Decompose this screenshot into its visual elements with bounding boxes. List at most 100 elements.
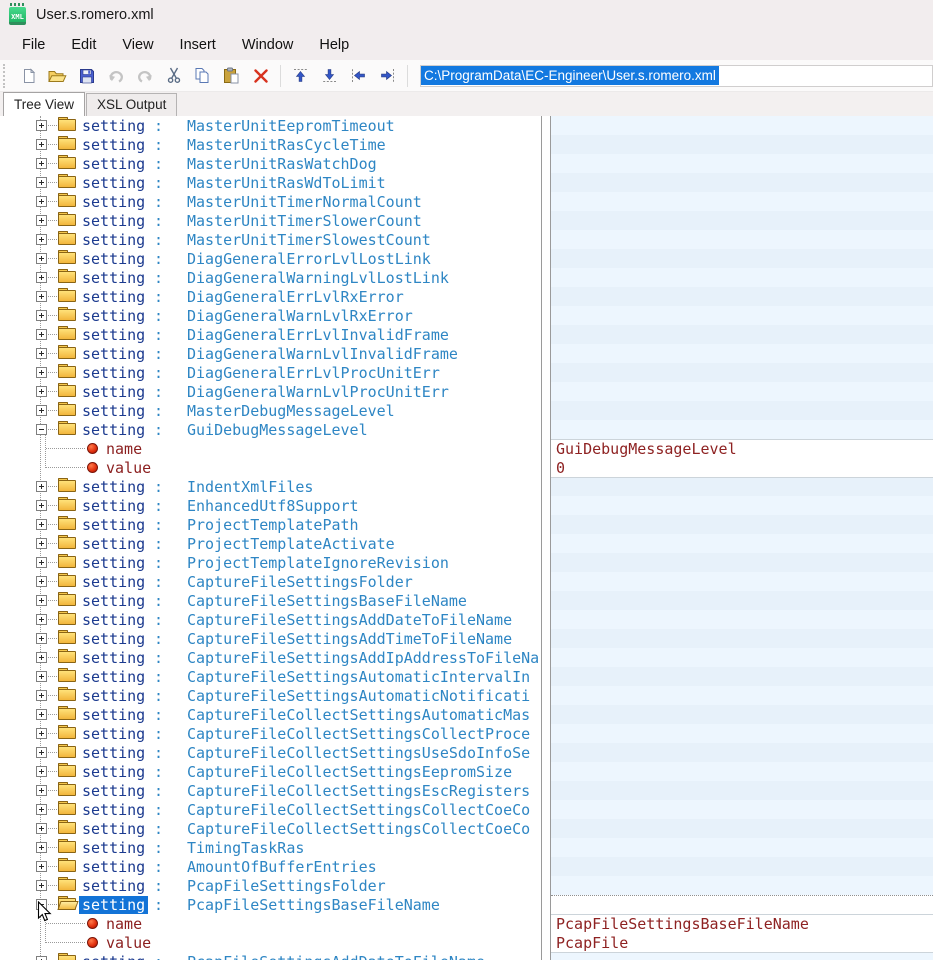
paste-button[interactable] [219, 63, 245, 89]
tree-row-setting[interactable]: setting:MasterUnitTimerNormalCount [0, 192, 541, 211]
tree-row-setting[interactable]: setting:GuiDebugMessageLevel [0, 420, 541, 439]
menu-insert[interactable]: Insert [167, 33, 229, 57]
expand-toggle[interactable] [36, 196, 47, 207]
element-tag-label[interactable]: setting [82, 421, 145, 439]
element-tag-label[interactable]: setting [82, 174, 145, 192]
element-tag-label[interactable]: setting [82, 250, 145, 268]
element-tag-label[interactable]: setting [82, 782, 145, 800]
element-tag-label[interactable]: setting [79, 896, 148, 914]
tree-row-setting[interactable]: setting:AmountOfBufferEntries [0, 857, 541, 876]
expand-toggle[interactable] [36, 861, 47, 872]
expand-toggle[interactable] [36, 671, 47, 682]
tree-row-attribute[interactable]: value [0, 933, 541, 952]
detail-value-text[interactable]: GuiDebugMessageLevel [551, 440, 933, 459]
expand-toggle[interactable] [36, 823, 47, 834]
element-tag-label[interactable]: setting [82, 269, 145, 287]
tree-row-setting[interactable]: setting:DiagGeneralErrorLvlLostLink [0, 249, 541, 268]
expand-toggle[interactable] [36, 614, 47, 625]
detail-value-text[interactable]: PcapFile [551, 934, 933, 953]
tree-row-setting[interactable]: setting:CaptureFileCollectSettingsCollec… [0, 724, 541, 743]
tree-row-attribute[interactable]: name [0, 439, 541, 458]
element-tag-label[interactable]: setting [82, 763, 145, 781]
tree-row-setting[interactable]: setting:MasterUnitTimerSlowestCount [0, 230, 541, 249]
tree-row-setting[interactable]: setting:CaptureFileCollectSettingsUseSdo… [0, 743, 541, 762]
element-tag-label[interactable]: setting [82, 383, 145, 401]
element-tag-label[interactable]: setting [82, 630, 145, 648]
expand-toggle[interactable] [36, 804, 47, 815]
new-file-button[interactable] [16, 63, 42, 89]
element-tag-label[interactable]: setting [82, 535, 145, 553]
attribute-label[interactable]: value [106, 934, 151, 952]
copy-button[interactable] [190, 63, 216, 89]
element-tag-label[interactable]: setting [82, 193, 145, 211]
detail-value-text[interactable]: 0 [551, 459, 933, 478]
tree-row-setting[interactable]: setting:CaptureFileCollectSettingsEscReg… [0, 781, 541, 800]
tree-row-setting[interactable]: setting:PcapFileSettingsBaseFileName [0, 895, 541, 914]
expand-toggle[interactable] [36, 177, 47, 188]
expand-down-button[interactable] [317, 63, 343, 89]
address-input[interactable]: C:\ProgramData\EC-Engineer\User.s.romero… [420, 65, 933, 87]
tree-row-setting[interactable]: setting:CaptureFileSettingsBaseFileName [0, 591, 541, 610]
element-tag-label[interactable]: setting [82, 554, 145, 572]
element-tag-label[interactable]: setting [82, 592, 145, 610]
expand-toggle[interactable] [36, 158, 47, 169]
tree-row-setting[interactable]: setting:EnhancedUtf8Support [0, 496, 541, 515]
open-file-button[interactable] [45, 63, 71, 89]
menu-help[interactable]: Help [306, 33, 362, 57]
element-tag-label[interactable]: setting [82, 820, 145, 838]
detail-panel[interactable]: GuiDebugMessageLevel0 PcapFileSettingsBas… [551, 116, 933, 960]
tree-row-setting[interactable]: setting:ProjectTemplateActivate [0, 534, 541, 553]
expand-toggle[interactable] [36, 538, 47, 549]
menu-window[interactable]: Window [229, 33, 307, 57]
tree-row-setting[interactable]: setting:ProjectTemplateIgnoreRevision [0, 553, 541, 572]
selected-node-cell[interactable] [551, 895, 933, 915]
element-tag-label[interactable]: setting [82, 706, 145, 724]
element-tag-label[interactable]: setting [82, 117, 145, 135]
detail-value-text[interactable]: PcapFileSettingsBaseFileName [551, 915, 933, 934]
expand-toggle[interactable] [36, 310, 47, 321]
xml-tree-panel[interactable]: setting:MasterUnitEepromTimeoutsetting:M… [0, 116, 542, 960]
tree-row-setting[interactable]: setting:DiagGeneralWarnLvlProcUnitErr [0, 382, 541, 401]
tree-row-setting[interactable]: setting:CaptureFileCollectSettingsAutoma… [0, 705, 541, 724]
element-tag-label[interactable]: setting [82, 231, 145, 249]
expand-toggle[interactable] [36, 709, 47, 720]
expand-toggle[interactable] [36, 747, 47, 758]
tab-xsl-output[interactable]: XSL Output [86, 93, 177, 116]
element-tag-label[interactable]: setting [82, 212, 145, 230]
tree-row-setting[interactable]: setting:ProjectTemplatePath [0, 515, 541, 534]
element-tag-label[interactable]: setting [82, 402, 145, 420]
tree-row-setting[interactable]: setting:CaptureFileCollectSettingsCollec… [0, 800, 541, 819]
element-tag-label[interactable]: setting [82, 877, 145, 895]
expand-toggle[interactable] [36, 595, 47, 606]
menu-file[interactable]: File [9, 33, 58, 57]
element-tag-label[interactable]: setting [82, 801, 145, 819]
tree-row-attribute[interactable]: name [0, 914, 541, 933]
collapse-toggle[interactable] [36, 424, 47, 435]
expand-toggle[interactable] [36, 633, 47, 644]
expand-right-button[interactable] [375, 63, 401, 89]
tree-row-setting[interactable]: setting:CaptureFileSettingsAddDateToFile… [0, 610, 541, 629]
tree-row-setting[interactable]: setting:DiagGeneralErrLvlRxError [0, 287, 541, 306]
element-tag-label[interactable]: setting [82, 649, 145, 667]
element-tag-label[interactable]: setting [82, 326, 145, 344]
expand-toggle[interactable] [36, 956, 47, 960]
expand-toggle[interactable] [36, 139, 47, 150]
expand-toggle[interactable] [36, 785, 47, 796]
tree-row-setting[interactable]: setting:CaptureFileSettingsAddIpAddressT… [0, 648, 541, 667]
tree-row-setting[interactable]: setting:MasterUnitRasWatchDog [0, 154, 541, 173]
expand-toggle[interactable] [36, 234, 47, 245]
tree-row-setting[interactable]: setting:CaptureFileSettingsAutomaticInte… [0, 667, 541, 686]
expand-toggle[interactable] [36, 766, 47, 777]
expand-toggle[interactable] [36, 329, 47, 340]
undo-button[interactable] [103, 63, 129, 89]
element-tag-label[interactable]: setting [82, 839, 145, 857]
element-tag-label[interactable]: setting [82, 744, 145, 762]
expand-toggle[interactable] [36, 500, 47, 511]
expand-toggle[interactable] [36, 690, 47, 701]
tree-row-setting[interactable]: setting:DiagGeneralWarningLvlLostLink [0, 268, 541, 287]
tree-row-setting[interactable]: setting:DiagGeneralWarnLvlRxError [0, 306, 541, 325]
save-file-button[interactable] [74, 63, 100, 89]
tree-row-setting[interactable]: setting:DiagGeneralWarnLvlInvalidFrame [0, 344, 541, 363]
expand-toggle[interactable] [36, 481, 47, 492]
tree-row-setting[interactable]: setting:TimingTaskRas [0, 838, 541, 857]
